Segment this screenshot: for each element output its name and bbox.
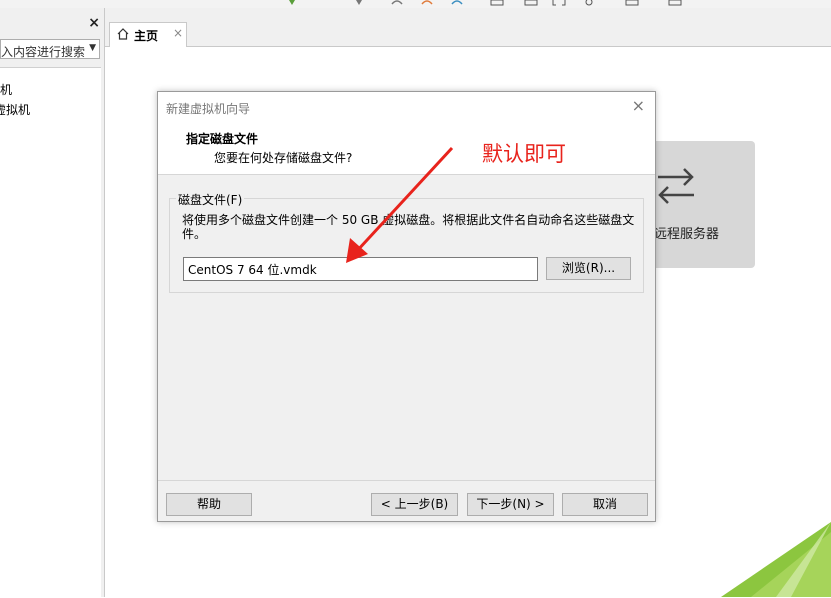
suspend-icon[interactable]: [352, 0, 366, 6]
disk-file-description: 将使用多个磁盘文件创建一个 50 GB 虚拟磁盘。将根据此文件名自动命名这些磁盘…: [182, 213, 635, 241]
help-button[interactable]: 帮助: [166, 493, 252, 516]
new-vm-wizard-dialog: 新建虚拟机向导 × 指定磁盘文件 您要在何处存储磁盘文件? 磁盘文件(F) 将使…: [157, 91, 656, 522]
fullscreen-icon[interactable]: [552, 0, 566, 6]
stretch-icon[interactable]: [668, 0, 682, 6]
tree-item-shared-vms[interactable]: 虚拟机: [0, 101, 30, 118]
chevron-down-icon[interactable]: ▼: [89, 43, 96, 53]
view-sidebar-icon[interactable]: [490, 0, 504, 6]
revert-icon[interactable]: [390, 0, 404, 6]
library-search-text: 入内容进行搜索: [1, 45, 85, 59]
swap-arrows-icon: [658, 168, 694, 204]
remote-server-label: 远程服务器: [654, 227, 720, 242]
play-icon[interactable]: [286, 0, 300, 6]
home-icon: [117, 28, 129, 40]
library-panel: × 入内容进行搜索 ▼ 机 虚拟机: [0, 8, 105, 598]
snapshot-manager-icon[interactable]: [450, 0, 464, 6]
step-subtitle: 您要在何处存储磁盘文件?: [214, 151, 353, 165]
view-console-icon[interactable]: [524, 0, 538, 6]
tab-home[interactable]: 主页 ×: [109, 22, 187, 47]
cancel-button[interactable]: 取消: [562, 493, 648, 516]
tab-home-label: 主页: [134, 29, 159, 43]
dialog-close-button[interactable]: ×: [632, 98, 645, 114]
tab-bar: 主页 ×: [105, 8, 831, 47]
brand-corner-graphic: [721, 522, 831, 597]
library-tree: 机 虚拟机: [0, 67, 101, 598]
disk-file-group: 磁盘文件(F) 将使用多个磁盘文件创建一个 50 GB 虚拟磁盘。将根据此文件名…: [169, 191, 644, 293]
dialog-title: 新建虚拟机向导: [166, 102, 251, 116]
tree-item-my-computer[interactable]: 机: [0, 81, 30, 98]
dialog-header: 指定磁盘文件 您要在何处存储磁盘文件?: [158, 122, 655, 175]
footer-divider: [158, 480, 655, 481]
toolbar: [0, 0, 831, 8]
unity-icon[interactable]: [582, 0, 596, 6]
next-button[interactable]: 下一步(N) >: [467, 493, 554, 516]
step-title: 指定磁盘文件: [186, 132, 259, 146]
dialog-titlebar: 新建虚拟机向导 ×: [158, 92, 655, 122]
back-button[interactable]: < 上一步(B): [371, 493, 458, 516]
browse-button[interactable]: 浏览(R)...: [546, 257, 631, 280]
library-close-button[interactable]: ×: [88, 16, 100, 30]
annotation-text: 默认即可: [482, 142, 566, 166]
console-view-icon[interactable]: [625, 0, 639, 6]
connect-remote-server-tile[interactable]: 远程服务器: [640, 141, 755, 268]
disk-file-input[interactable]: [183, 257, 538, 281]
disk-file-group-label: 磁盘文件(F): [176, 191, 245, 208]
tab-close-button[interactable]: ×: [173, 26, 183, 40]
library-search-input[interactable]: 入内容进行搜索 ▼: [0, 39, 100, 59]
snapshot-icon[interactable]: [420, 0, 434, 6]
